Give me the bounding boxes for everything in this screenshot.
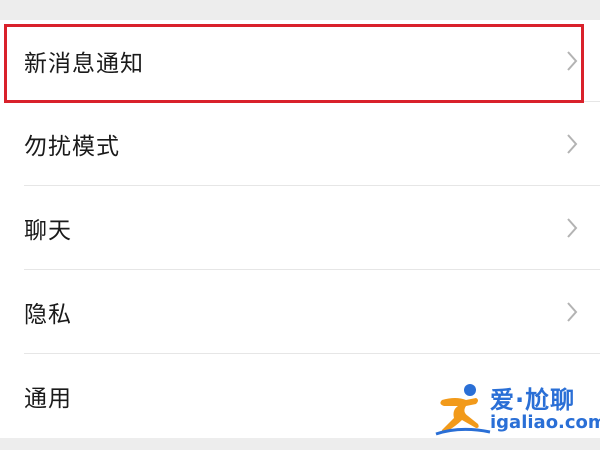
settings-item-label: 新消息通知: [24, 51, 144, 77]
settings-item-new-message-notifications[interactable]: 新消息通知: [0, 20, 600, 102]
settings-item-chat[interactable]: 聊天: [0, 186, 600, 270]
chevron-right-icon: [567, 302, 578, 322]
chevron-right-icon: [567, 218, 578, 238]
settings-list: 新消息通知 勿扰模式 聊天 隐私 通用: [0, 20, 600, 438]
settings-item-privacy[interactable]: 隐私: [0, 270, 600, 354]
watermark-url: igaliao.com: [490, 412, 600, 433]
settings-item-label: 隐私: [24, 302, 72, 328]
chevron-right-icon: [567, 51, 578, 71]
settings-item-label: 通用: [24, 386, 72, 412]
settings-item-label: 勿扰模式: [24, 134, 120, 160]
settings-item-do-not-disturb[interactable]: 勿扰模式: [0, 102, 600, 186]
watermark: 爱·尬聊 igaliao.com: [432, 378, 600, 440]
running-figure-icon: [435, 384, 491, 436]
settings-item-label: 聊天: [24, 218, 72, 244]
chevron-right-icon: [567, 134, 578, 154]
watermark-brand-text: 爱·尬聊: [490, 386, 576, 414]
